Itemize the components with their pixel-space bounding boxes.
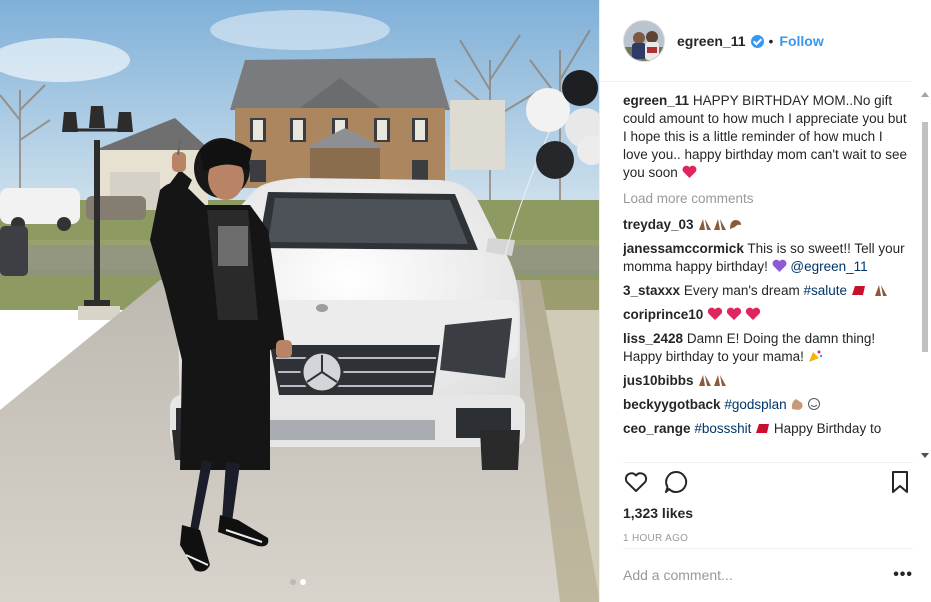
purple-heart-icon (772, 259, 787, 272)
comment-hashtag[interactable]: #godsplan (724, 397, 786, 412)
carousel-dot-active[interactable] (300, 579, 306, 585)
comments-list[interactable]: egreen_11 HAPPY BIRTHDAY MOM..No gift co… (623, 92, 911, 454)
scroll-up-arrow-icon[interactable] (921, 92, 929, 97)
action-icons (623, 463, 913, 501)
pray-pray-muscle-icon (699, 219, 742, 230)
post-actions: 1,323 likes 1 HOUR AGO (623, 462, 913, 550)
photo-image (0, 0, 599, 602)
three-red-hearts-icon (707, 307, 761, 320)
comment-hashtag[interactable]: #salute (803, 283, 847, 298)
comment-username[interactable]: ceo_range (623, 421, 691, 436)
header-username[interactable]: egreen_11 (677, 33, 746, 49)
clap-smile-icon (792, 398, 821, 410)
verified-badge-icon (750, 35, 764, 48)
add-comment-bar: ••• (623, 548, 913, 600)
bookmark-icon[interactable] (887, 469, 913, 495)
likes-count[interactable]: 1,323 likes (623, 505, 913, 521)
party-popper-icon (808, 350, 822, 362)
comment-item: beckyygotback #godsplan (623, 396, 911, 414)
comment-username[interactable]: 3_staxxx (623, 283, 680, 298)
scroll-down-arrow-icon[interactable] (921, 453, 929, 458)
comment-item: liss_2428 Damn E! Doing the damn thing! … (623, 330, 911, 366)
comment-item: 3_staxxx Every man's dream #salute (623, 282, 911, 300)
comment-input[interactable] (623, 566, 894, 583)
comment-username[interactable]: beckyygotback (623, 397, 721, 412)
comment-username[interactable]: treyday_03 (623, 217, 694, 232)
caption-username[interactable]: egreen_11 (623, 93, 689, 108)
scrollbar-thumb[interactable] (922, 122, 928, 352)
comment-username[interactable]: jus10bibbs (623, 373, 694, 388)
comment-item: jus10bibbs (623, 372, 911, 390)
load-more-comments-link[interactable]: Load more comments (623, 190, 911, 208)
heart-icon[interactable] (623, 469, 649, 495)
carousel-indicator (290, 579, 306, 585)
avatar[interactable] (623, 19, 665, 62)
pray-pray-icon (699, 375, 727, 386)
comment-username[interactable]: liss_2428 (623, 331, 683, 346)
post-header: egreen_11 • Follow (601, 0, 911, 82)
red-heart-icon (682, 165, 696, 178)
comment-item: coriprince10 (623, 306, 911, 324)
follow-button[interactable]: Follow (779, 33, 823, 49)
comment-username[interactable]: janessamccormick (623, 241, 744, 256)
header-separator: • (768, 32, 774, 49)
more-options-button[interactable]: ••• (893, 566, 913, 582)
hundred-icon (756, 424, 770, 433)
comment-icon[interactable] (663, 469, 689, 495)
avatar-image (624, 20, 664, 61)
comment-hashtag[interactable]: #bossshit (694, 421, 751, 436)
comment-mention[interactable]: @egreen_11 (790, 259, 867, 274)
post-caption: egreen_11 HAPPY BIRTHDAY MOM..No gift co… (623, 92, 911, 182)
comments-scrollbar[interactable] (921, 92, 929, 458)
comment-item: ceo_range #bossshit Happy Birthday to (623, 420, 911, 438)
comment-item: janessamccormick This is so sweet!! Tell… (623, 240, 911, 276)
comment-username[interactable]: coriprince10 (623, 307, 703, 322)
post-timestamp[interactable]: 1 HOUR AGO (623, 533, 913, 544)
post-details-panel: egreen_11 • Follow egreen_11 HAPPY BIRTH… (601, 0, 931, 602)
comment-text: Every man's dream (683, 283, 800, 298)
comment-item: treyday_03 (623, 216, 911, 234)
carousel-dot[interactable] (290, 579, 296, 585)
comment-text: Happy Birthday to (773, 421, 882, 436)
post-photo[interactable] (0, 0, 600, 602)
hundred-pray-icon (851, 285, 887, 296)
